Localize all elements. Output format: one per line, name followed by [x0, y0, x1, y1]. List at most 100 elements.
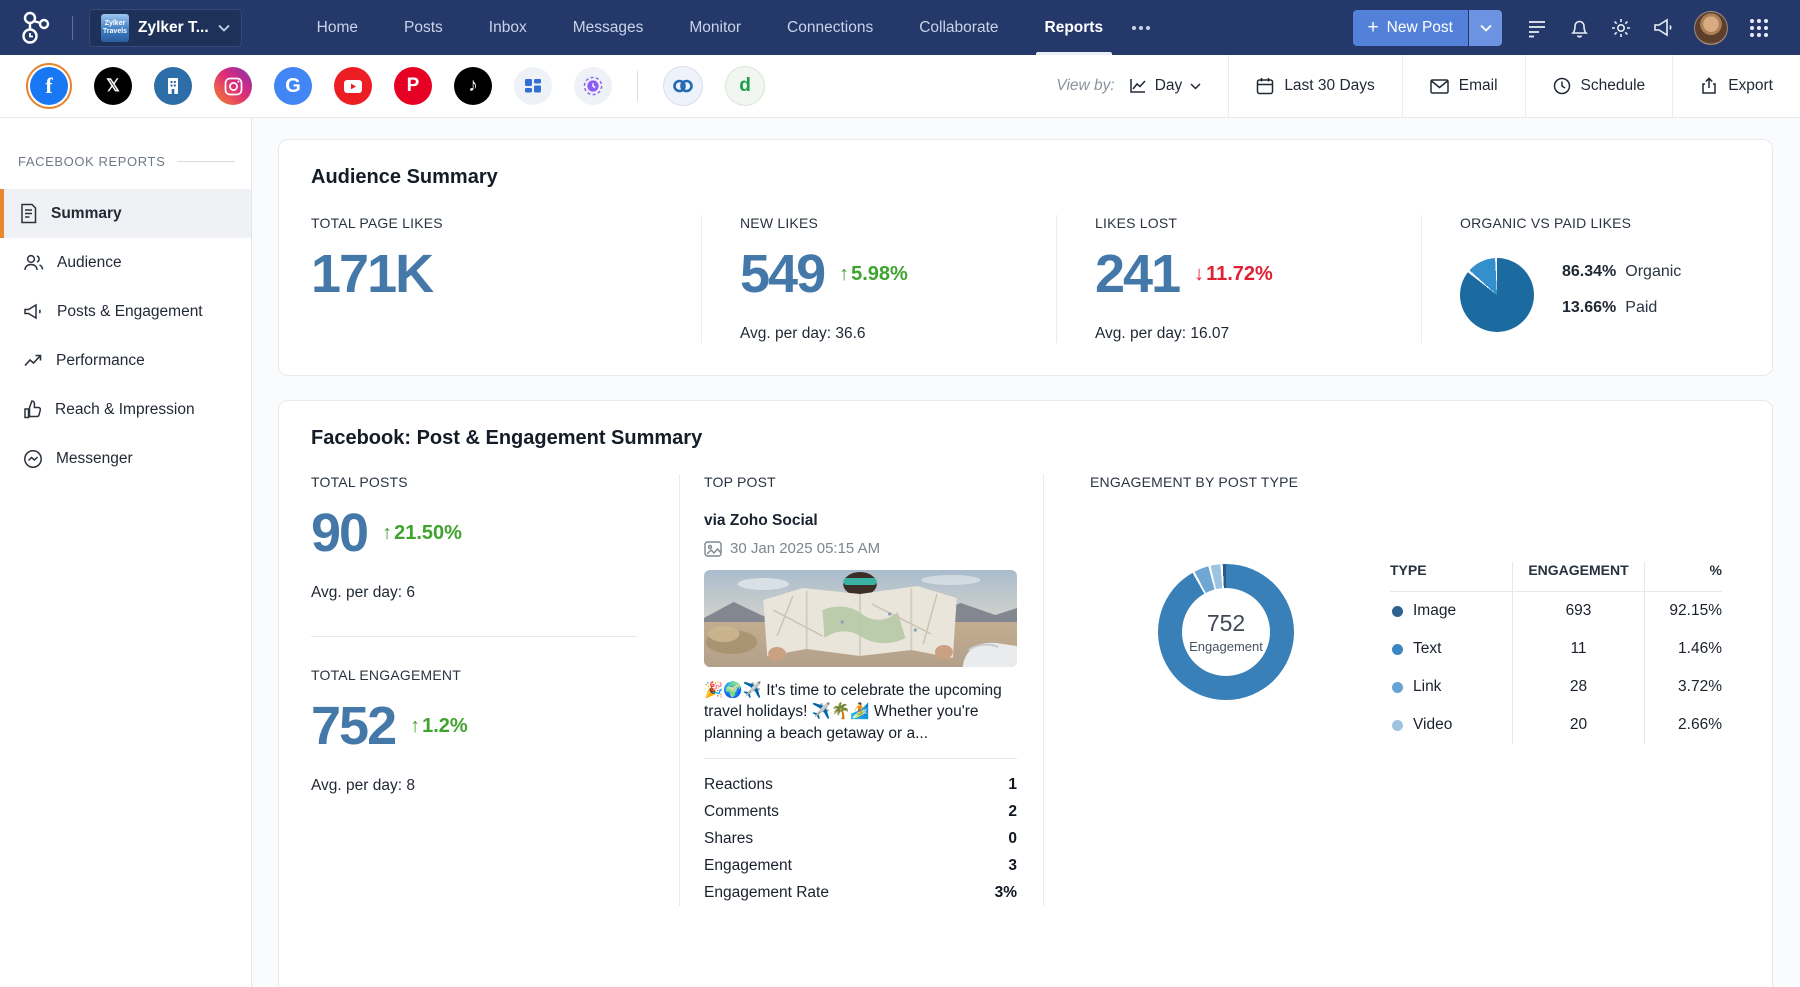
report-controls: View by: Day Last 30 Days Email Schedule…: [1029, 55, 1800, 117]
sidebar-item-posts-engagement[interactable]: Posts & Engagement: [0, 287, 251, 336]
table-row-image-pct: 92.15%: [1644, 592, 1722, 630]
legend-dot-text: [1392, 644, 1403, 655]
engagement-by-type-label: ENGAGEMENT BY POST TYPE: [1090, 474, 1740, 490]
nav-item-reports[interactable]: Reports: [1022, 0, 1127, 55]
channel-clock-app-icon[interactable]: [574, 67, 612, 105]
arrow-down-icon: ↓: [1194, 263, 1204, 286]
tiktok-icon[interactable]: ♪: [454, 67, 492, 105]
email-label: Email: [1459, 77, 1498, 95]
nav-item-collaborate[interactable]: Collaborate: [896, 0, 1021, 55]
app-launcher-grid-icon[interactable]: [1738, 8, 1780, 48]
channel-list: f 𝕏 G P ♪ d: [26, 63, 765, 109]
pinterest-icon[interactable]: P: [394, 67, 432, 105]
top-post-photo[interactable]: [704, 570, 1017, 667]
sidebar-item-performance[interactable]: Performance: [0, 336, 251, 385]
divider: [72, 16, 73, 40]
sidebar-item-reach-impression[interactable]: Reach & Impression: [0, 385, 251, 434]
brand-selector-label: Zylker T...: [138, 19, 209, 37]
date-range-button[interactable]: Last 30 Days: [1228, 55, 1401, 117]
user-avatar[interactable]: [1694, 11, 1728, 45]
chevron-down-icon: [1480, 24, 1492, 32]
donut-center-label: Engagement: [1189, 639, 1263, 654]
top-post-date: 30 Jan 2025 05:15 AM: [730, 540, 880, 557]
legend-paid: 13.66%Paid: [1562, 299, 1681, 317]
topnav-right-cluster: + New Post: [1353, 8, 1780, 48]
metric-average: Avg. per day: 6: [311, 584, 637, 602]
google-my-business-icon[interactable]: G: [274, 67, 312, 105]
delta-value: 11.72%: [1206, 263, 1273, 286]
zoho-social-logo-icon[interactable]: [16, 9, 56, 47]
table-row-video-engagement: 20: [1512, 706, 1644, 744]
sidebar-item-summary[interactable]: Summary: [0, 189, 251, 238]
view-by-control: View by: Day: [1029, 55, 1228, 117]
brand-selector[interactable]: Zylker Travels Zylker T...: [89, 9, 242, 47]
nav-overflow-icon[interactable]: [1132, 26, 1150, 30]
x-twitter-icon[interactable]: 𝕏: [94, 67, 132, 105]
channel-facebook-selected[interactable]: f: [26, 63, 72, 109]
top-post-stats: Reactions1 Comments2 Shares0 Engagement3…: [704, 758, 1017, 906]
nav-item-posts[interactable]: Posts: [381, 0, 466, 55]
metric-average: Avg. per day: 36.6: [740, 325, 1026, 343]
announcement-megaphone-icon[interactable]: [1642, 8, 1684, 48]
photo-post-icon: [704, 541, 722, 557]
thumbs-up-icon: [23, 400, 42, 419]
sidebar-item-label: Reach & Impression: [55, 401, 195, 419]
zoho-desk-icon[interactable]: d: [725, 66, 765, 106]
divider: [311, 636, 637, 637]
table-row-text-engagement: 11: [1512, 630, 1644, 668]
export-report-button[interactable]: Export: [1672, 55, 1800, 117]
view-by-label: View by:: [1056, 77, 1114, 95]
table-row-text-pct: 1.46%: [1644, 630, 1722, 668]
new-post-dropdown-button[interactable]: [1469, 10, 1502, 46]
total-posts-value: 90: [311, 502, 367, 564]
audience-metrics-row: TOTAL PAGE LIKES 171K NEW LIKES 549 ↑5.9…: [311, 215, 1740, 343]
metric-label: ORGANIC VS PAID LIKES: [1460, 215, 1710, 231]
sidebar-header-label: FACEBOOK REPORTS: [18, 154, 165, 169]
sidebar-item-messenger[interactable]: Messenger: [0, 434, 251, 483]
envelope-icon: [1430, 79, 1449, 94]
zoho-crm-icon[interactable]: [663, 66, 703, 106]
audience-summary-card: Audience Summary TOTAL PAGE LIKES 171K N…: [278, 139, 1773, 376]
sidebar-item-label: Audience: [57, 254, 122, 272]
metric-value: 241: [1095, 243, 1179, 305]
sidebar-item-audience[interactable]: Audience: [0, 238, 251, 287]
messenger-icon: [23, 449, 43, 469]
metric-new-likes: NEW LIKES 549 ↑5.98% Avg. per day: 36.6: [701, 215, 1056, 343]
sidebar-section-header: FACEBOOK REPORTS: [0, 154, 251, 169]
export-label: Export: [1728, 77, 1773, 95]
stat-shares: Shares0: [704, 825, 1017, 852]
chevron-down-icon: [1190, 83, 1201, 90]
channel-grid-app-icon[interactable]: [514, 67, 552, 105]
table-row-image-type: Image: [1390, 592, 1512, 630]
engagement-by-type-column: ENGAGEMENT BY POST TYPE 752 Engagement: [1044, 474, 1740, 906]
youtube-icon[interactable]: [334, 67, 372, 105]
email-report-button[interactable]: Email: [1402, 55, 1525, 117]
new-post-button[interactable]: + New Post: [1353, 10, 1468, 46]
facebook-icon: f: [30, 67, 68, 105]
divider: [177, 161, 235, 162]
linkedin-page-icon[interactable]: [154, 67, 192, 105]
metric-label: NEW LIKES: [740, 215, 1026, 231]
nav-item-monitor[interactable]: Monitor: [666, 0, 764, 55]
legend-dot-image: [1392, 606, 1403, 617]
nav-item-inbox[interactable]: Inbox: [466, 0, 550, 55]
new-post-label: New Post: [1387, 19, 1453, 37]
table-row-link-engagement: 28: [1512, 668, 1644, 706]
sidebar-item-label: Posts & Engagement: [57, 303, 203, 321]
instagram-icon[interactable]: [214, 67, 252, 105]
notifications-bell-icon[interactable]: [1558, 8, 1600, 48]
schedule-report-button[interactable]: Schedule: [1525, 55, 1673, 117]
view-by-select[interactable]: Day: [1129, 77, 1202, 95]
organic-vs-paid-block: ORGANIC VS PAID LIKES 86.34%Organic 13.6…: [1421, 215, 1740, 343]
date-range-label: Last 30 Days: [1284, 77, 1374, 95]
settings-gear-icon[interactable]: [1600, 8, 1642, 48]
activity-feed-icon[interactable]: [1516, 8, 1558, 48]
top-post-source: via Zoho Social: [704, 512, 1017, 530]
engagement-type-table: TYPE ENGAGEMENT % Image 693 92.15% Text …: [1390, 562, 1722, 744]
stat-reactions: Reactions1: [704, 771, 1017, 798]
channel-toolbar: f 𝕏 G P ♪ d View by: Day: [0, 55, 1800, 118]
nav-item-home[interactable]: Home: [294, 0, 381, 55]
arrow-up-icon: ↑: [382, 522, 392, 545]
nav-item-messages[interactable]: Messages: [550, 0, 667, 55]
nav-item-connections[interactable]: Connections: [764, 0, 896, 55]
